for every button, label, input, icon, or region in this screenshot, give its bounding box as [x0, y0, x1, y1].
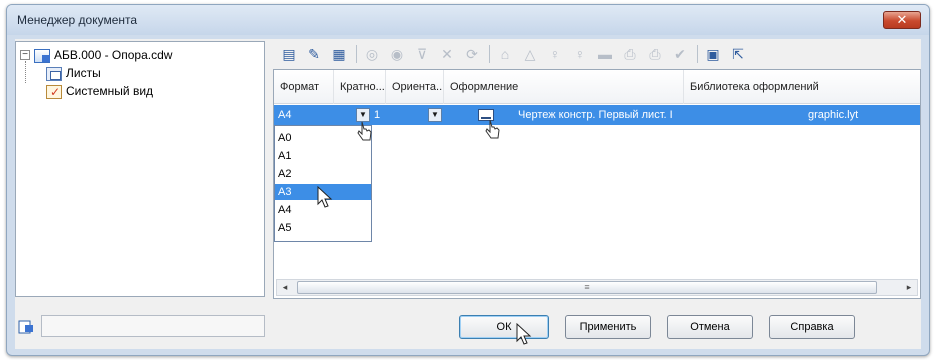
- tree-root-label: АБВ.000 - Опора.cdw: [54, 48, 173, 62]
- multiple-dropdown-arrow-icon[interactable]: ▼: [428, 108, 442, 122]
- tree-item-system-view[interactable]: Системный вид: [46, 82, 154, 101]
- help-button[interactable]: Справка: [769, 315, 855, 339]
- cancel-button[interactable]: Отмена: [667, 315, 753, 339]
- color-icon[interactable]: ▬: [595, 44, 615, 64]
- document-status-icon: [18, 320, 33, 334]
- view-copy-icon[interactable]: ◉: [387, 44, 407, 64]
- collapse-expander-icon[interactable]: −: [20, 50, 30, 60]
- export-icon[interactable]: ⇱: [728, 44, 748, 64]
- horizontal-scrollbar[interactable]: ◂ ≡ ▸: [276, 279, 918, 296]
- title-bar: Менеджер документа ✕: [7, 5, 929, 35]
- table-header: Формат Кратно... Ориента... Оформление Б…: [274, 70, 920, 104]
- window-title: Менеджер документа: [17, 13, 138, 27]
- filter-icon[interactable]: ⊽: [412, 44, 432, 64]
- column-header-library[interactable]: Библиотека оформлений: [684, 70, 920, 104]
- close-button[interactable]: ✕: [883, 11, 921, 29]
- lock-icon[interactable]: ⌂: [495, 44, 515, 64]
- warning-icon[interactable]: △: [520, 44, 540, 64]
- layers-manager-icon[interactable]: ▣: [703, 44, 723, 64]
- tree-item-root-document[interactable]: АБВ.000 - Опора.cdw: [34, 46, 172, 64]
- bulb-off-icon[interactable]: ♀: [570, 44, 590, 64]
- view-create-icon[interactable]: ◎: [362, 44, 382, 64]
- column-header-multiple[interactable]: Кратно...: [334, 70, 386, 104]
- delete-icon[interactable]: ✕: [437, 44, 457, 64]
- library-cell[interactable]: graphic.lyt: [804, 105, 914, 125]
- tree-sheets-label: Листы: [66, 66, 101, 80]
- dialog-body: − АБВ.000 - Опора.cdw Листы Системный ви…: [15, 39, 921, 349]
- sheet-properties-icon[interactable]: ▦: [329, 44, 349, 64]
- scroll-left-icon[interactable]: ◂: [277, 280, 293, 295]
- layer-icon[interactable]: ⟳: [462, 44, 482, 64]
- tree-connector: [25, 61, 26, 83]
- sheets-icon: [46, 66, 62, 81]
- document-manager-window: Менеджер документа ✕ − АБВ.000 - Опора.c…: [6, 4, 930, 356]
- apply-button[interactable]: Применить: [565, 315, 651, 339]
- toolbar-separator: [356, 45, 357, 63]
- tree-item-sheets[interactable]: Листы: [46, 64, 101, 82]
- document-icon: [34, 48, 50, 63]
- column-header-orientation[interactable]: Ориента...: [386, 70, 444, 104]
- status-field: [41, 315, 265, 337]
- toolbar: ▤ ✎ ▦ ◎ ◉ ⊽ ✕ ⟳ ⌂ △ ♀ ♀ ▬ ⎙ ⎙ ✔ ▣ ⇱: [273, 41, 921, 67]
- document-tree: − АБВ.000 - Опора.cdw Листы Системный ви…: [15, 41, 265, 297]
- arrow-cursor-icon: [516, 323, 532, 345]
- system-view-icon: [46, 83, 62, 101]
- hand-cursor-icon: [357, 121, 372, 141]
- column-header-format[interactable]: Формат: [274, 70, 334, 104]
- ok-button[interactable]: ОК: [459, 315, 549, 339]
- format-option-a2[interactable]: А2: [275, 166, 371, 182]
- scroll-thumb[interactable]: ≡: [297, 281, 877, 294]
- print-all-icon[interactable]: ⎙: [645, 44, 665, 64]
- format-option-a1[interactable]: А1: [275, 148, 371, 164]
- scroll-right-icon[interactable]: ▸: [901, 280, 917, 295]
- toolbar-separator: [697, 45, 698, 63]
- arrow-cursor-icon: [317, 186, 333, 208]
- bulb-on-icon[interactable]: ♀: [545, 44, 565, 64]
- tree-system-view-label: Системный вид: [66, 84, 154, 98]
- toolbar-separator: [489, 45, 490, 63]
- sheets-table: Формат Кратно... Ориента... Оформление Б…: [273, 69, 921, 299]
- style-cell[interactable]: Чертеж констр. Первый лист. I: [514, 105, 758, 125]
- print-icon[interactable]: ⎙: [620, 44, 640, 64]
- hide-icon[interactable]: ✔: [670, 44, 690, 64]
- new-sheet-icon[interactable]: ▤: [279, 44, 299, 64]
- hand-cursor-icon: [485, 119, 500, 139]
- format-option-a5[interactable]: А5: [275, 220, 371, 236]
- column-header-style[interactable]: Оформление: [444, 70, 684, 104]
- sheet-format-icon[interactable]: ✎: [304, 44, 324, 64]
- multiple-cell[interactable]: 1: [370, 105, 410, 125]
